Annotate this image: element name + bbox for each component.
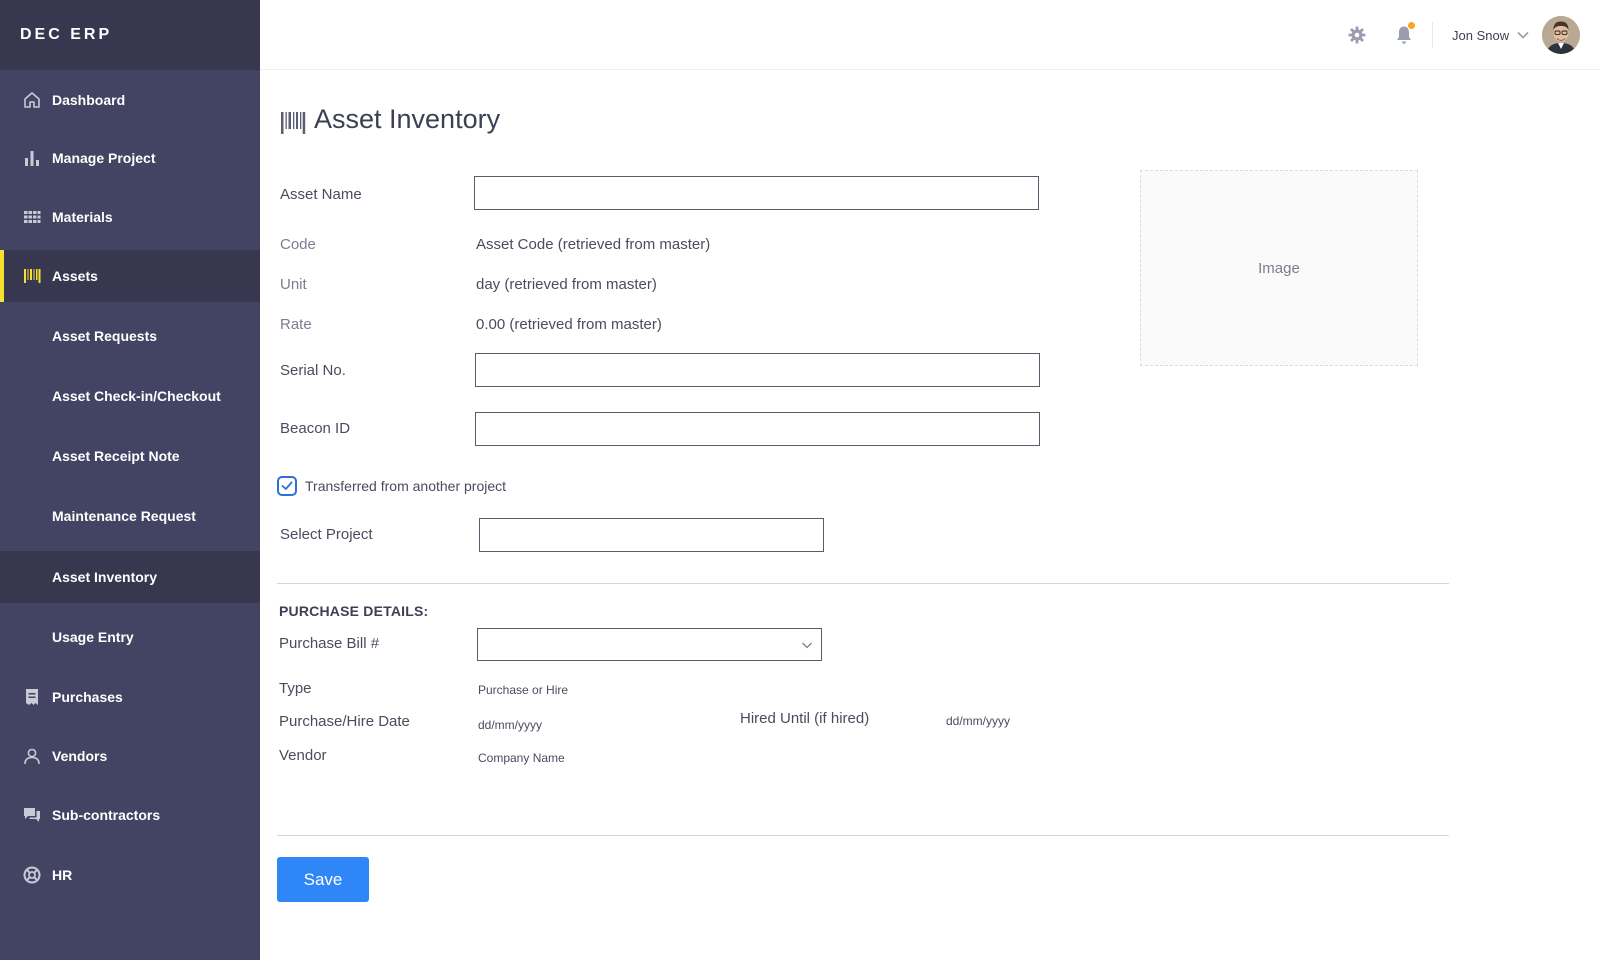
page-title: Asset Inventory <box>314 104 501 134</box>
save-button[interactable]: Save <box>277 857 369 902</box>
avatar[interactable] <box>1542 16 1580 54</box>
sidebar-item-label: Vendors <box>52 748 108 764</box>
transferred-label[interactable]: Transferred from another project <box>305 478 506 494</box>
chevron-down-icon[interactable] <box>1516 28 1530 42</box>
sidebar: DEC ERP Dashboard Manage Project Materia… <box>0 0 260 960</box>
purchase-date-value[interactable]: dd/mm/yyyy <box>478 718 542 732</box>
brand-logo-text[interactable]: DEC ERP <box>20 26 112 44</box>
sidebar-item-sub-contractors[interactable]: Sub-contractors <box>0 789 260 841</box>
home-icon <box>24 92 40 108</box>
header-divider <box>1432 22 1433 48</box>
asset-name-label: Asset Name <box>280 186 362 203</box>
checkmark-icon <box>281 481 293 490</box>
sidebar-item-vendors[interactable]: Vendors <box>0 730 260 782</box>
sidebar-item-label: Usage Entry <box>52 629 134 645</box>
rate-value: 0.00 (retrieved from master) <box>476 316 662 333</box>
sidebar-item-hr[interactable]: HR <box>0 849 260 901</box>
sidebar-item-label: Purchases <box>52 689 123 705</box>
section-divider <box>277 583 1449 584</box>
beacon-id-input[interactable] <box>475 412 1040 446</box>
sidebar-item-manage-project[interactable]: Manage Project <box>0 132 260 184</box>
select-project-input[interactable] <box>479 518 824 552</box>
select-project-label: Select Project <box>280 526 373 543</box>
sidebar-item-assets[interactable]: Assets <box>0 250 260 302</box>
notifications-button[interactable] <box>1395 22 1415 45</box>
sidebar-item-label: Assets <box>52 268 98 284</box>
serial-no-input[interactable] <box>475 353 1040 387</box>
unit-value: day (retrieved from master) <box>476 276 657 293</box>
sidebar-item-label: HR <box>52 867 73 883</box>
sidebar-item-label: Asset Requests <box>52 328 158 344</box>
purchase-details-heading: PURCHASE DETAILS: <box>279 603 429 619</box>
sidebar-item-maintenance-request[interactable]: Maintenance Request <box>0 490 260 542</box>
sidebar-item-asset-requests[interactable]: Asset Requests <box>0 310 260 362</box>
sidebar-item-label: Asset Inventory <box>52 569 158 585</box>
serial-no-label: Serial No. <box>280 362 346 379</box>
hired-until-label: Hired Until (if hired) <box>740 710 870 727</box>
beacon-id-label: Beacon ID <box>280 420 351 437</box>
chevron-down-icon <box>802 642 812 649</box>
sidebar-item-label: Asset Check-in/Checkout <box>52 388 221 404</box>
bar-chart-icon <box>25 151 39 166</box>
sidebar-item-asset-inventory[interactable]: Asset Inventory <box>0 551 260 603</box>
code-label: Code <box>280 236 316 253</box>
code-value: Asset Code (retrieved from master) <box>476 236 711 253</box>
purchase-date-label: Purchase/Hire Date <box>279 713 410 730</box>
lifebuoy-icon <box>23 866 41 884</box>
purchase-bill-label: Purchase Bill # <box>279 635 380 652</box>
sidebar-item-label: Manage Project <box>52 150 156 166</box>
sidebar-item-purchases[interactable]: Purchases <box>0 671 260 723</box>
footer-divider <box>277 835 1449 836</box>
chat-icon <box>24 808 40 822</box>
user-icon <box>24 748 40 765</box>
sidebar-item-materials[interactable]: Materials <box>0 191 260 243</box>
vendor-value: Company Name <box>478 751 565 765</box>
type-label: Type <box>279 680 312 697</box>
brand-header: DEC ERP <box>0 0 260 70</box>
notification-dot <box>1408 22 1415 29</box>
sidebar-item-label: Dashboard <box>52 92 126 108</box>
user-name[interactable]: Jon Snow <box>1452 28 1509 43</box>
sidebar-item-asset-check-in-checkout[interactable]: Asset Check-in/Checkout <box>0 370 260 422</box>
image-placeholder-text: Image <box>1258 259 1300 277</box>
sidebar-item-dashboard[interactable]: Dashboard <box>0 74 260 126</box>
asset-name-input[interactable] <box>474 176 1039 210</box>
sidebar-item-asset-receipt-note[interactable]: Asset Receipt Note <box>0 430 260 482</box>
sidebar-item-label: Asset Receipt Note <box>52 448 180 464</box>
sidebar-item-label: Maintenance Request <box>52 508 196 524</box>
vendor-label: Vendor <box>279 747 327 764</box>
grid-icon <box>24 211 41 223</box>
gear-icon[interactable] <box>1348 26 1366 44</box>
image-upload-area[interactable]: Image <box>1140 170 1418 366</box>
type-value: Purchase or Hire <box>478 683 569 697</box>
unit-label: Unit <box>280 276 307 293</box>
barcode-icon <box>281 112 306 134</box>
sidebar-item-label: Sub-contractors <box>52 807 161 823</box>
hired-until-value[interactable]: dd/mm/yyyy <box>946 714 1010 728</box>
user-avatar-image <box>1542 16 1580 54</box>
sidebar-item-usage-entry[interactable]: Usage Entry <box>0 611 260 663</box>
barcode-icon <box>24 269 41 283</box>
transferred-checkbox[interactable] <box>277 476 297 496</box>
purchase-bill-select[interactable] <box>477 628 822 661</box>
receipt-icon <box>26 689 38 705</box>
rate-label: Rate <box>280 316 312 333</box>
sidebar-item-label: Materials <box>52 209 113 225</box>
